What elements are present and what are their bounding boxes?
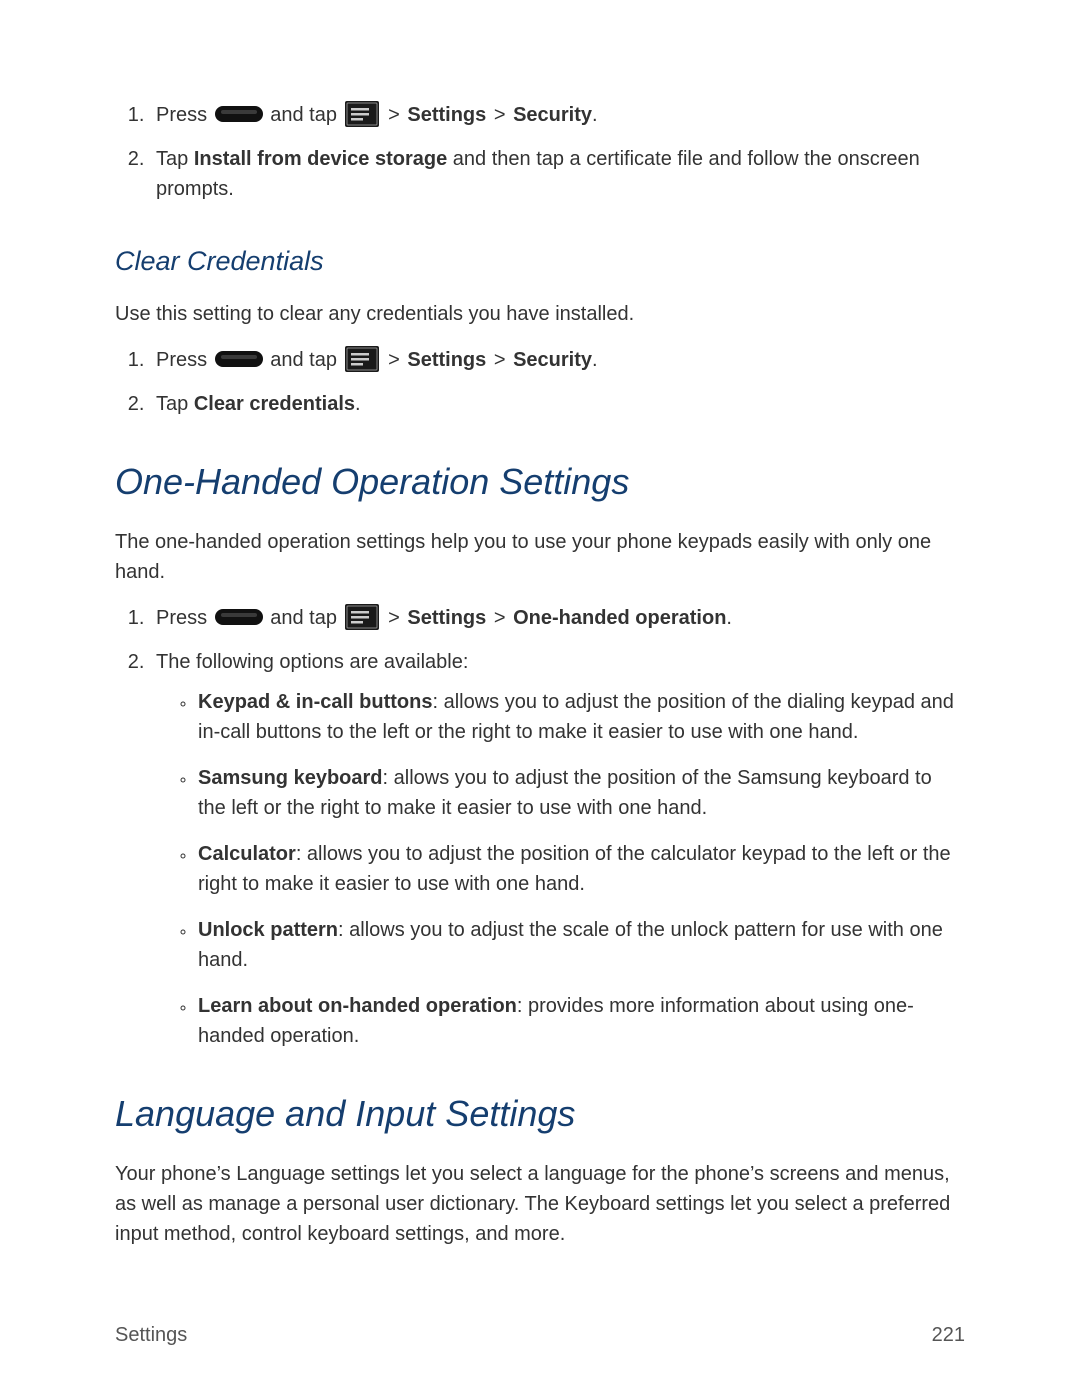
option-learn-label: Learn about on-handed operation <box>198 995 517 1017</box>
menu-icon <box>345 346 379 372</box>
install-steps-list: Press and tap > Settings > <box>115 100 965 204</box>
clear-credentials-heading: Clear Credentials <box>115 246 965 277</box>
text-prefix: Tap <box>156 393 194 415</box>
home-button-icon <box>215 104 263 124</box>
text-and-tap: and tap <box>270 104 342 126</box>
install-step-1: Press and tap > Settings > <box>150 100 965 130</box>
option-unlock-pattern: Unlock pattern: allows you to adjust the… <box>196 915 965 975</box>
option-calculator-label: Calculator <box>198 843 296 865</box>
page-footer: Settings 221 <box>115 1324 965 1347</box>
text-press: Press <box>156 349 207 371</box>
clear-step-1: Press and tap > Settings > <box>150 345 965 375</box>
text-press: Press <box>156 607 207 629</box>
text-one-handed-operation: One-handed operation <box>513 607 726 629</box>
footer-page-number: 221 <box>932 1324 965 1347</box>
text-period: . <box>592 104 598 126</box>
text-and-tap: and tap <box>270 349 342 371</box>
clear-credentials-intro: Use this setting to clear any credential… <box>115 299 965 329</box>
document-page: Press and tap > Settings > <box>0 0 1080 1397</box>
separator-gt: > <box>386 349 407 371</box>
text-period: . <box>592 349 598 371</box>
text-period: . <box>355 393 361 415</box>
step2-intro: The following options are available: <box>156 651 468 673</box>
one-handed-heading: One-Handed Operation Settings <box>115 461 965 503</box>
footer-section: Settings <box>115 1324 187 1347</box>
text-clear-credentials: Clear credentials <box>194 393 355 415</box>
one-handed-steps: Press and tap > Settings > <box>115 603 965 1051</box>
menu-icon <box>345 101 379 127</box>
option-learn: Learn about on-handed operation: provide… <box>196 991 965 1051</box>
separator-gt: > <box>492 607 513 629</box>
option-samsung-label: Samsung keyboard <box>198 767 383 789</box>
menu-icon <box>345 604 379 630</box>
text-security: Security <box>513 104 592 126</box>
language-input-intro: Your phone’s Language settings let you s… <box>115 1159 965 1249</box>
separator-gt: > <box>386 607 407 629</box>
separator-gt: > <box>386 104 407 126</box>
text-settings: Settings <box>407 104 486 126</box>
text-settings: Settings <box>407 349 486 371</box>
separator-gt: > <box>492 104 513 126</box>
clear-step-2: Tap Clear credentials. <box>150 389 965 419</box>
text-and-tap: and tap <box>270 607 342 629</box>
option-keypad: Keypad & in-call buttons: allows you to … <box>196 687 965 747</box>
one-handed-step-1: Press and tap > Settings > <box>150 603 965 633</box>
text-press: Press <box>156 104 207 126</box>
one-handed-step-2: The following options are available: Key… <box>150 647 965 1051</box>
install-step-2: Tap Install from device storage and then… <box>150 144 965 204</box>
text-security: Security <box>513 349 592 371</box>
home-button-icon <box>215 349 263 369</box>
text-install-from-device: Install from device storage <box>194 148 447 170</box>
text-period: . <box>726 607 732 629</box>
language-input-heading: Language and Input Settings <box>115 1093 965 1135</box>
text-prefix: Tap <box>156 148 194 170</box>
option-keypad-label: Keypad & in-call buttons <box>198 691 432 713</box>
one-handed-options-list: Keypad & in-call buttons : allows you to … <box>156 687 965 1051</box>
home-button-icon <box>215 607 263 627</box>
separator-gt: > <box>492 349 513 371</box>
option-samsung-keyboard: Samsung keyboard: allows you to adjust t… <box>196 763 965 823</box>
option-calculator: Calculator: allows you to adjust the pos… <box>196 839 965 899</box>
one-handed-intro: The one-handed operation settings help y… <box>115 527 965 587</box>
option-calculator-desc: : allows you to adjust the position of t… <box>198 843 951 895</box>
clear-credentials-steps: Press and tap > Settings > <box>115 345 965 419</box>
text-settings: Settings <box>407 607 486 629</box>
option-unlock-label: Unlock pattern <box>198 919 338 941</box>
